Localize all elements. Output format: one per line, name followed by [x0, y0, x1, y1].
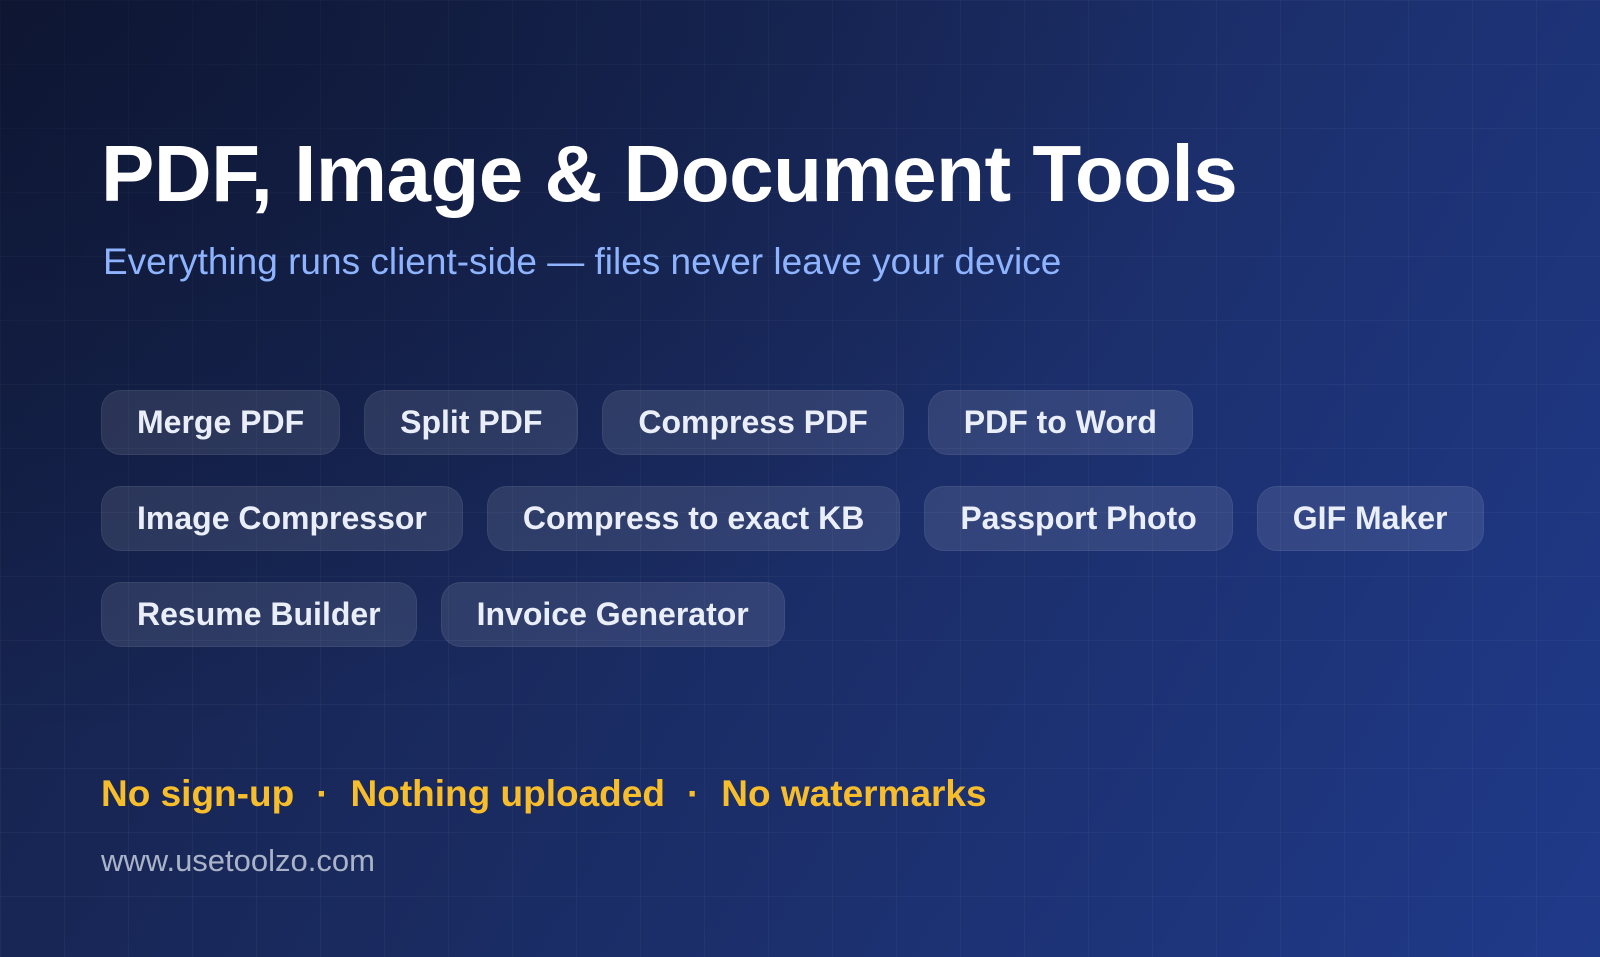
- site-url: www.usetoolzo.com: [101, 843, 375, 878]
- tool-chip-pdf-to-word[interactable]: PDF to Word: [927, 390, 1193, 455]
- tool-chip-merge-pdf[interactable]: Merge PDF: [101, 390, 341, 455]
- page-title: PDF, Image & Document Tools: [101, 129, 1238, 218]
- tool-chip-passport-photo[interactable]: Passport Photo: [924, 486, 1233, 551]
- tool-chip-compress-to-kb[interactable]: Compress to exact KB: [486, 486, 901, 551]
- tool-row-document: Resume Builder Invoice Generator: [101, 582, 785, 647]
- tool-chip-invoice-generator[interactable]: Invoice Generator: [440, 582, 785, 647]
- feature-separator: ·: [316, 773, 329, 814]
- tool-chip-compress-pdf[interactable]: Compress PDF: [602, 390, 904, 455]
- tool-row-pdf: Merge PDF Split PDF Compress PDF PDF to …: [101, 390, 1193, 455]
- tool-chip-image-compressor[interactable]: Image Compressor: [101, 486, 463, 551]
- feature-nothing-uploaded: Nothing uploaded: [350, 773, 665, 814]
- tool-chip-resume-builder[interactable]: Resume Builder: [101, 582, 417, 647]
- tool-row-image: Image Compressor Compress to exact KB Pa…: [101, 486, 1484, 551]
- page-subtitle: Everything runs client-side — files neve…: [103, 241, 1062, 282]
- banner-content: PDF, Image & Document Tools Everything r…: [101, 0, 1600, 957]
- tool-chip-split-pdf[interactable]: Split PDF: [364, 390, 579, 455]
- feature-no-signup: No sign-up: [101, 773, 295, 814]
- tool-chip-gif-maker[interactable]: GIF Maker: [1256, 486, 1484, 551]
- feature-no-watermarks: No watermarks: [721, 773, 987, 814]
- feature-separator: ·: [686, 773, 700, 814]
- feature-list: No sign-up · Nothing uploaded · No water…: [101, 773, 987, 815]
